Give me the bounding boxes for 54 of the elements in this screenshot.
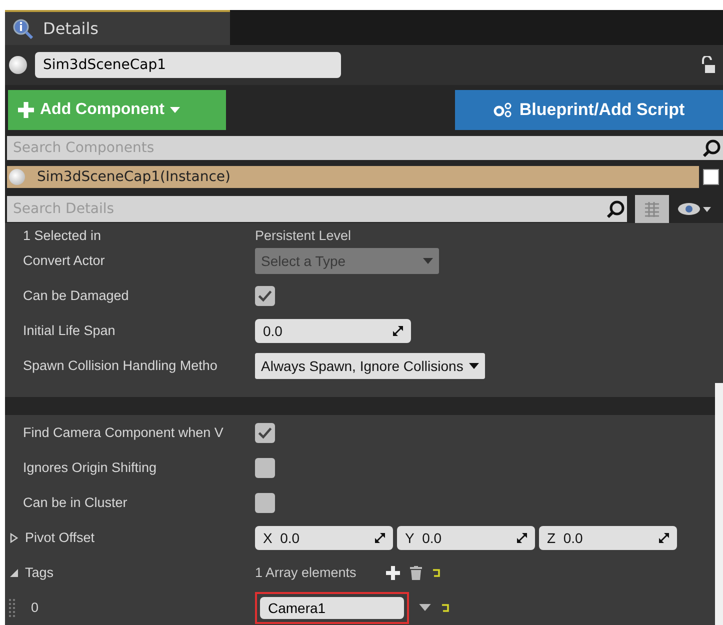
caret-icon: [469, 362, 480, 368]
scrollbar[interactable]: [715, 383, 723, 625]
property-label: Convert Actor: [23, 253, 105, 268]
checkbox[interactable]: [255, 422, 275, 442]
vector-component-field[interactable]: Y 0.0: [397, 526, 535, 550]
property-label: Can be in Cluster: [23, 495, 128, 510]
checkbox[interactable]: [255, 492, 275, 512]
actor-sphere-icon: [9, 56, 27, 74]
actor-name-field[interactable]: Sim3dSceneCap1: [35, 52, 341, 78]
plus-icon[interactable]: [386, 566, 400, 580]
caret-icon: [423, 258, 433, 264]
caret-icon: [170, 107, 180, 113]
search-icon: [701, 136, 723, 160]
resize-arrows-icon[interactable]: [517, 532, 527, 542]
actor-sphere-icon: [9, 169, 25, 185]
search-components-field[interactable]: Search Components: [7, 136, 701, 160]
instance-checkbox[interactable]: [703, 169, 719, 185]
resize-arrows-icon[interactable]: [393, 326, 403, 336]
search-details-field[interactable]: Search Details: [7, 196, 605, 222]
dropdown-arrow-icon[interactable]: [419, 604, 431, 611]
property-label: Spawn Collision Handling Metho: [23, 358, 218, 373]
tag-field[interactable]: Camera1: [260, 596, 404, 618]
blueprint-button[interactable]: Blueprint/Add Script: [455, 90, 723, 130]
search-icon: [605, 196, 627, 222]
gears-icon: [493, 102, 514, 118]
property-label: 0: [31, 600, 39, 615]
dropdown[interactable]: Always Spawn, Ignore Collisions: [255, 352, 486, 378]
vector-component-field[interactable]: X 0.0: [255, 526, 393, 550]
property-label: Find Camera Component when V: [23, 425, 224, 440]
number-field[interactable]: 0.0: [255, 318, 411, 342]
eye-icon[interactable]: [677, 202, 711, 216]
plus-icon: [18, 102, 34, 118]
property-label: Can be Damaged: [23, 288, 129, 303]
property-label: Pivot Offset: [25, 530, 95, 545]
resize-arrows-icon[interactable]: [375, 532, 385, 542]
details-tab[interactable]: Details: [5, 10, 230, 45]
array-count: 1 Array elements: [255, 565, 356, 580]
checkbox[interactable]: [255, 458, 275, 478]
grid-icon: [644, 201, 660, 217]
property-label: Tags: [25, 565, 54, 580]
trash-icon[interactable]: [410, 566, 422, 580]
property-value: Persistent Level: [255, 228, 352, 243]
padlock-icon[interactable]: [701, 56, 715, 74]
vector-component-field[interactable]: Z 0.0: [539, 526, 677, 550]
property-label: Ignores Origin Shifting: [23, 460, 157, 475]
instance-row[interactable]: Sim3dSceneCap1(Instance): [7, 166, 699, 188]
property-label: 1 Selected in: [23, 228, 102, 243]
info-magnifier-icon: [13, 18, 33, 38]
checkbox[interactable]: [255, 286, 275, 306]
drag-handle-icon[interactable]: [9, 598, 15, 616]
collapsed-arrow-icon[interactable]: [9, 532, 19, 542]
expanded-arrow-icon[interactable]: [9, 568, 19, 578]
property-label: Initial Life Span: [23, 323, 116, 338]
resize-arrows-icon[interactable]: [659, 532, 669, 542]
